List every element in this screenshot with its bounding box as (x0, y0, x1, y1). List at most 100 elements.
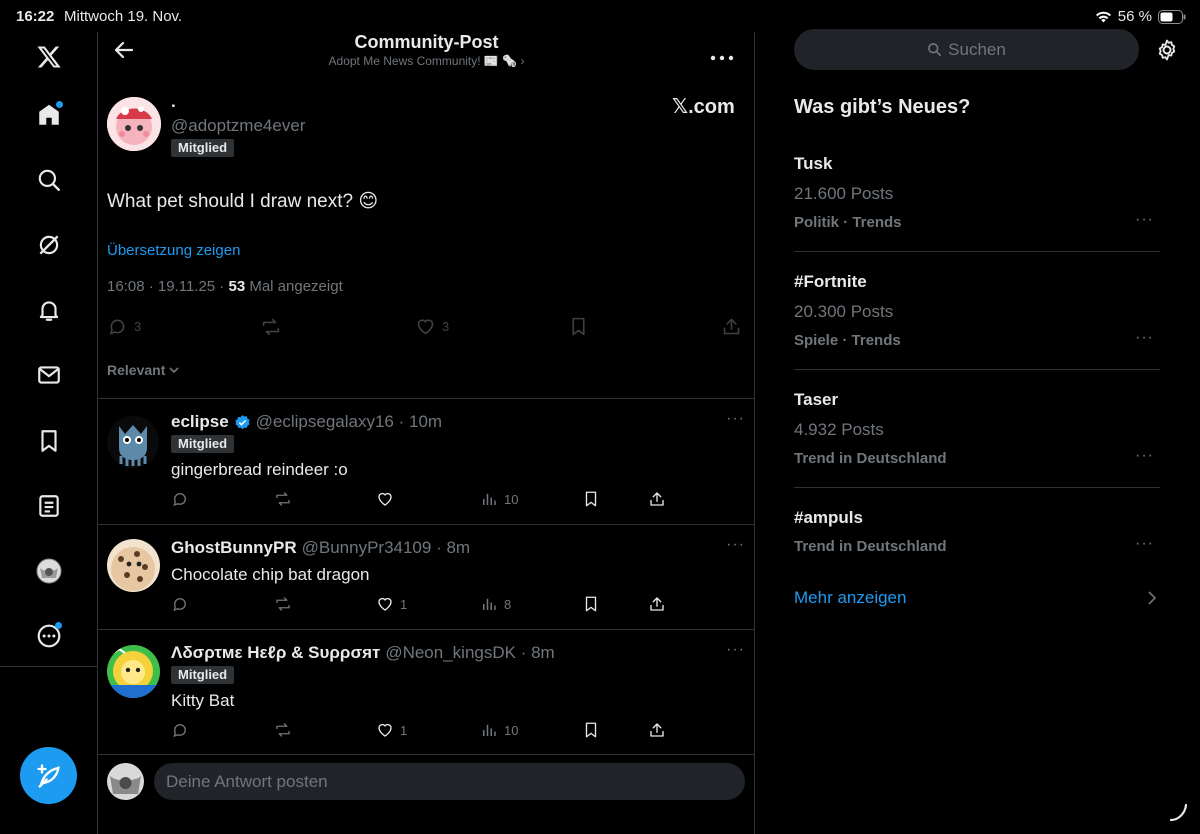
reply-author-name[interactable]: GhostBunnyPR (171, 538, 297, 558)
share-icon (650, 492, 664, 506)
reply-handle-time[interactable]: @Neon_kingsDK · 8m (385, 643, 554, 663)
settings-gear-icon[interactable] (1155, 38, 1179, 62)
trend-more-options-icon[interactable]: ··· (1135, 329, 1154, 347)
share-icon (723, 318, 740, 335)
divider (98, 398, 755, 399)
reply-views-button[interactable]: 10 (480, 721, 518, 739)
reply-repost-button[interactable] (274, 490, 292, 508)
reply-handle-time[interactable]: @eclipsegalaxy16 · 10m (256, 412, 442, 432)
post-timestamp: 16:08 · 19.11.25 · (107, 278, 229, 295)
more-options-icon[interactable] (34, 621, 64, 651)
share-button[interactable] (721, 316, 742, 337)
trend-more-options-icon[interactable]: ··· (1135, 447, 1154, 465)
reply-handle-time[interactable]: @BunnyPr34109 · 8m (302, 538, 470, 558)
reply-more-options-icon[interactable]: ··· (726, 410, 745, 428)
reply-like-button[interactable] (376, 490, 400, 508)
chevron-right-icon[interactable] (1146, 590, 1158, 611)
reply-avatar[interactable] (107, 539, 160, 592)
trend-more-options-icon[interactable]: ··· (1135, 535, 1154, 553)
reply-like-button[interactable]: 1 (376, 595, 407, 613)
reply-header: eclipse @eclipsegalaxy16 · 10m (171, 412, 442, 432)
search-icon[interactable] (34, 165, 64, 195)
heart-icon (378, 597, 392, 611)
reply-button[interactable]: 3 (107, 316, 141, 337)
community-link[interactable]: Adopt Me News Community! 📰 🗞️ › (98, 54, 755, 68)
trend-more-options-icon[interactable]: ··· (1135, 211, 1154, 229)
translate-link[interactable]: Übersetzung zeigen (107, 242, 240, 259)
reply-views-button[interactable]: 10 (480, 490, 518, 508)
search-input[interactable]: Suchen (794, 29, 1139, 70)
more-notification-dot (55, 622, 62, 629)
bookmark-icon (585, 722, 597, 738)
reply-icon (173, 493, 186, 507)
heart-icon (378, 492, 392, 506)
reply-input[interactable]: Deine Antwort posten (154, 763, 745, 800)
reply-view-count: 8 (504, 596, 512, 612)
compose-post-button[interactable] (20, 747, 77, 804)
reply-text: Chocolate chip bat dragon (171, 565, 370, 584)
reply-like-button[interactable]: 1 (376, 721, 407, 739)
trend-title: Taser (794, 390, 839, 409)
chevron-down-icon (169, 367, 179, 374)
member-badge: Mitglied (171, 435, 235, 453)
bookmarks-icon[interactable] (34, 426, 64, 456)
verified-badge-icon (234, 414, 250, 429)
trends-heading: Was gibt’s Neues? (794, 96, 971, 118)
search-icon (928, 43, 942, 56)
post-author-avatar[interactable] (107, 97, 161, 151)
sort-dropdown[interactable]: Relevant (107, 362, 180, 378)
lists-icon[interactable] (34, 491, 64, 521)
reply-text: gingerbread reindeer :o (171, 460, 348, 479)
show-more-link[interactable]: Mehr anzeigen (794, 588, 906, 608)
reply-more-options-icon[interactable]: ··· (726, 641, 745, 659)
like-button[interactable]: 3 (415, 316, 449, 337)
notifications-bell-icon[interactable] (34, 295, 64, 325)
messages-envelope-icon[interactable] (34, 360, 64, 390)
resize-handle-icon[interactable] (1168, 802, 1188, 827)
member-badge: Mitglied (171, 666, 235, 684)
composer-avatar[interactable] (107, 763, 144, 800)
reply-reply-button[interactable] (171, 595, 189, 613)
reply-reply-button[interactable] (171, 721, 189, 739)
post-author-handle[interactable]: @adoptzme4ever (171, 116, 305, 136)
post-more-options-icon[interactable] (710, 48, 734, 61)
divider (98, 629, 755, 630)
reply-bookmark-button[interactable] (582, 595, 600, 613)
bookmark-icon (585, 491, 597, 507)
reply-avatar[interactable] (107, 645, 160, 698)
x-com-watermark: 𝕏.com (672, 96, 735, 118)
reply-share-button[interactable] (648, 721, 666, 739)
battery-icon (1158, 9, 1186, 24)
reply-header: GhostBunnyPR @BunnyPr34109 · 8m (171, 538, 470, 558)
reply-repost-button[interactable] (274, 595, 292, 613)
reply-views-button[interactable]: 8 (480, 595, 511, 613)
profile-avatar-icon[interactable] (34, 556, 64, 586)
reply-like-count: 1 (400, 722, 408, 738)
x-logo-icon[interactable] (34, 42, 64, 72)
reply-reply-button[interactable] (171, 490, 189, 508)
reply-author-name[interactable]: Λδσρτмε Hεℓρ & Sυρρσят (171, 643, 380, 663)
nav-divider (0, 666, 97, 667)
repost-icon (276, 597, 290, 611)
bookmark-button[interactable] (568, 316, 589, 337)
reply-icon (173, 724, 186, 738)
repost-button[interactable] (260, 316, 282, 338)
reply-share-button[interactable] (648, 490, 666, 508)
reply-bookmark-button[interactable] (582, 490, 600, 508)
home-icon[interactable] (34, 100, 64, 130)
reply-share-button[interactable] (648, 595, 666, 613)
reply-bookmark-button[interactable] (582, 721, 600, 739)
trend-title: Tusk (794, 154, 833, 173)
heart-icon (417, 319, 434, 335)
trend-post-count: 21.600 Posts (794, 184, 894, 203)
trend-title: #ampuls (794, 508, 863, 527)
share-icon (650, 597, 664, 611)
grok-icon[interactable] (34, 230, 64, 260)
status-right: 56 % (1095, 8, 1186, 25)
reply-more-options-icon[interactable]: ··· (726, 536, 745, 554)
reply-repost-button[interactable] (274, 721, 292, 739)
trend-post-count: 4.932 Posts (794, 420, 884, 439)
reply-author-name[interactable]: eclipse (171, 412, 229, 432)
reply-avatar[interactable] (107, 416, 159, 468)
post-author-name[interactable]: . (171, 92, 176, 112)
